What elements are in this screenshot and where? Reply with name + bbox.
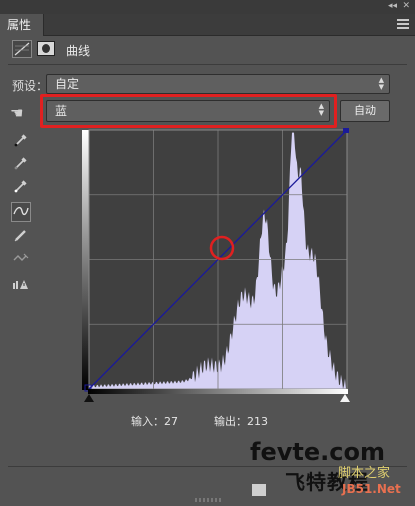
close-icon[interactable]: ✕ — [402, 0, 410, 12]
tab-properties[interactable]: 属性 — [0, 14, 44, 36]
adjustment-title: 曲线 — [66, 44, 91, 58]
panel-menu-icon[interactable] — [397, 19, 409, 29]
preset-label: 预设： — [12, 79, 49, 93]
curve-points-tool-icon[interactable] — [11, 202, 31, 222]
clip-to-layer-icon[interactable] — [252, 484, 266, 496]
black-point-slider[interactable] — [84, 394, 94, 402]
properties-header: 曲线 — [0, 36, 415, 64]
eyedropper-white-point-icon[interactable] — [11, 179, 31, 199]
layer-mask-icon[interactable] — [37, 41, 55, 56]
eyedropper-gray-point-icon[interactable] — [11, 156, 31, 176]
watermark-jb51-net: JB51.Net — [342, 482, 401, 496]
curves-adjustment-icon[interactable] — [12, 40, 32, 58]
panel-top-bar: ◂◂ ✕ — [0, 0, 415, 14]
output-readout: 输出：213 — [214, 415, 268, 428]
eyedropper-black-point-icon[interactable] — [11, 133, 31, 153]
input-readout: 输入：27 — [131, 415, 178, 428]
divider — [8, 64, 407, 65]
watermark-jb51: 脚本之家 — [338, 466, 391, 481]
channel-value: 蓝 — [55, 104, 68, 118]
resize-grip[interactable] — [195, 498, 221, 502]
smooth-curve-icon[interactable] — [11, 250, 31, 270]
collapse-panel-icon[interactable]: ◂◂ — [388, 0, 397, 12]
preset-value: 自定 — [55, 77, 80, 91]
select-arrows-icon: ▲ ▼ — [318, 102, 324, 117]
panel-tabstrip: 属性 — [0, 14, 415, 36]
pencil-tool-icon[interactable] — [11, 228, 31, 248]
channel-select[interactable]: 蓝 ▲ ▼ — [46, 100, 330, 122]
select-arrows-icon: ▲ ▼ — [378, 76, 384, 91]
curve-endpoint-white — [343, 128, 349, 133]
target-adjustment-hand-icon[interactable]: ☚ — [10, 104, 23, 122]
auto-button[interactable]: 自动 — [340, 100, 390, 122]
white-point-slider[interactable] — [340, 394, 350, 402]
preset-select[interactable]: 自定 ▲ ▼ — [46, 74, 390, 94]
curves-graph[interactable] — [82, 128, 350, 392]
input-gradient-bar — [88, 389, 348, 394]
clipping-warning-icon[interactable] — [11, 276, 31, 296]
